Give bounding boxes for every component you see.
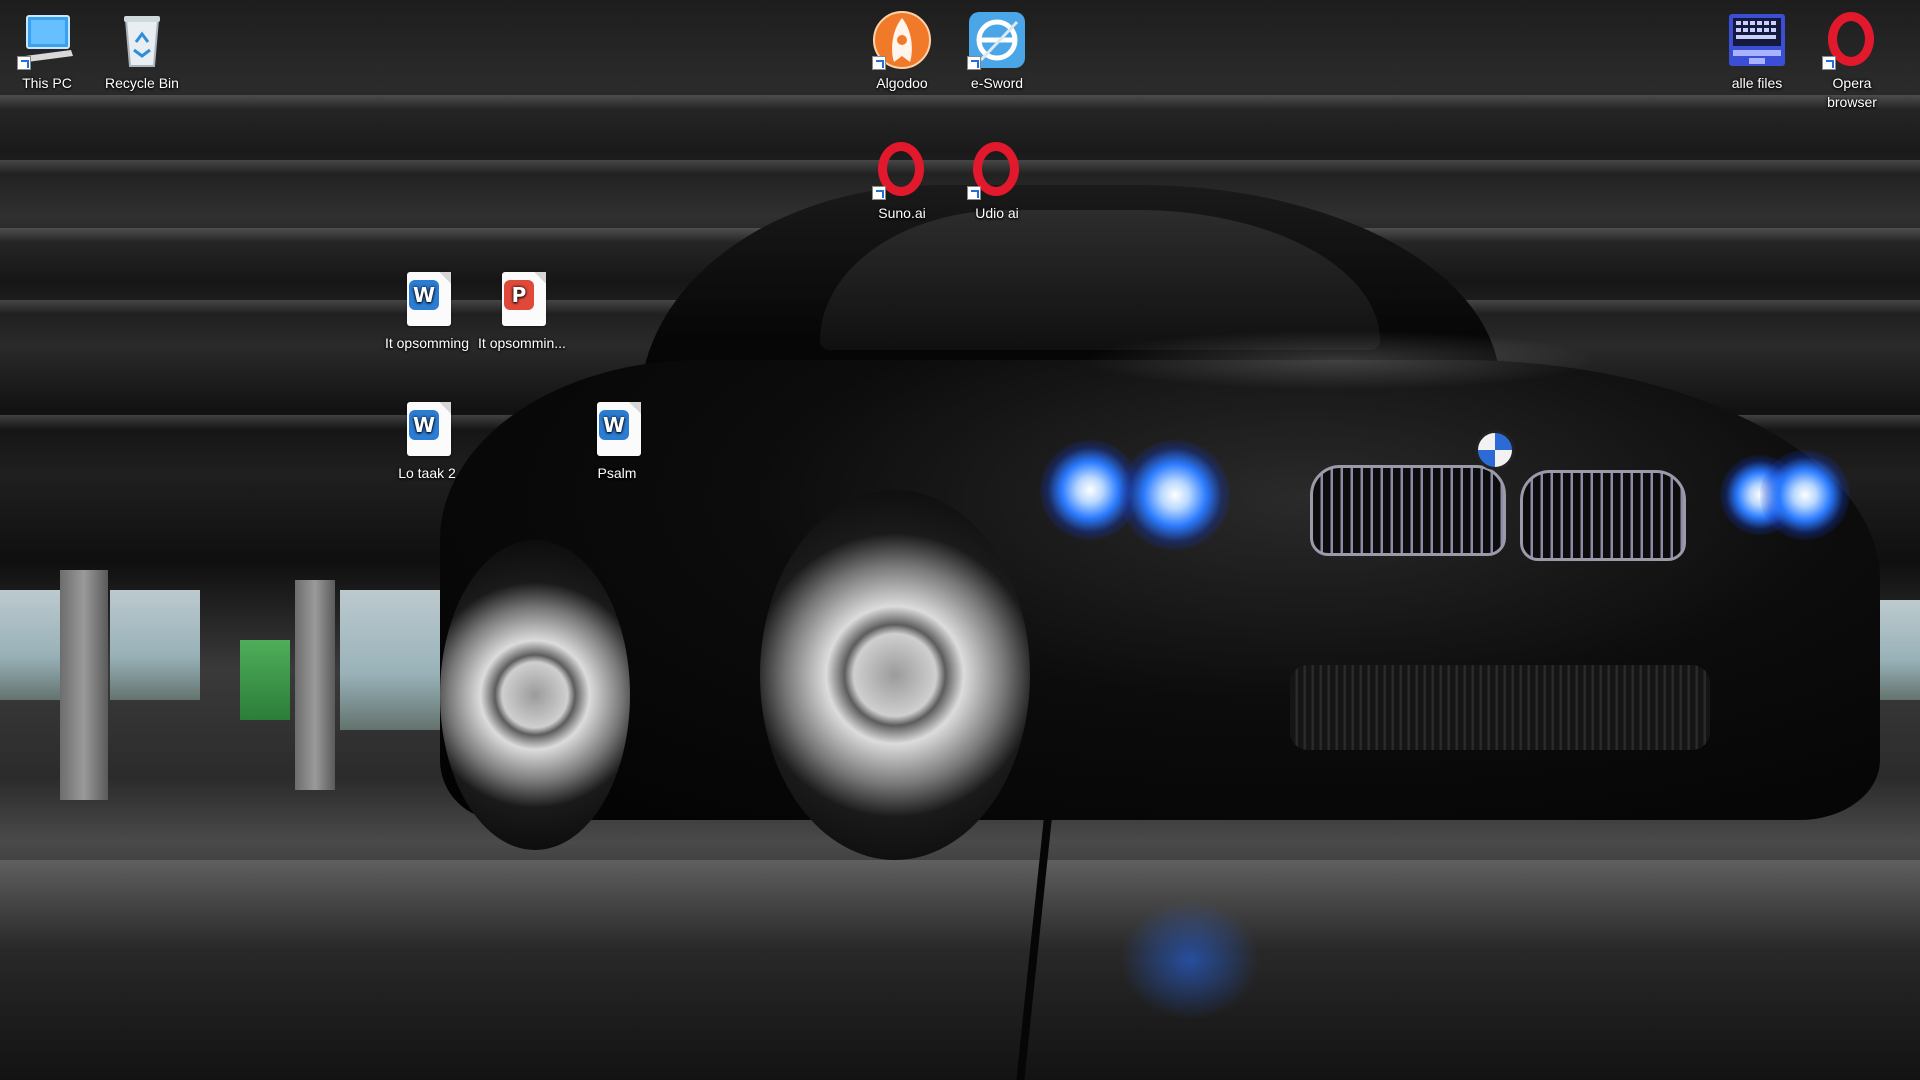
desktop-icon-it-opsomming-doc[interactable]: W It opsomming xyxy=(380,264,474,353)
word-badge: W xyxy=(409,410,439,440)
car-rear-wheel xyxy=(440,540,630,850)
algodoo-icon xyxy=(872,10,932,70)
desktop-icon-alle-files[interactable]: alle files xyxy=(1710,4,1804,93)
car-front-wheel xyxy=(760,490,1030,860)
green-sign xyxy=(240,640,290,720)
shortcut-arrow-icon xyxy=(872,56,886,70)
shortcut-arrow-icon xyxy=(872,186,886,200)
icon-label: Udio ai xyxy=(975,205,1019,221)
word-badge: W xyxy=(409,280,439,310)
word-badge: W xyxy=(599,410,629,440)
desktop-icon-e-sword[interactable]: e-Sword xyxy=(950,4,1044,93)
garage-window-light xyxy=(340,590,450,730)
shortcut-arrow-icon xyxy=(967,186,981,200)
opera-icon xyxy=(1822,10,1882,70)
desktop-icon-it-opsomming-presentation[interactable]: P It opsommin... xyxy=(475,264,569,353)
word-document-icon: W xyxy=(397,400,457,460)
car-headlight xyxy=(1760,450,1850,540)
desktop[interactable]: This PC Recycle Bin Algodoo e-Sword Suno… xyxy=(0,0,1920,1080)
icon-label: Lo taak 2 xyxy=(398,465,456,481)
garage-pillar xyxy=(295,580,335,790)
shortcut-arrow-icon xyxy=(1822,56,1836,70)
icon-label: This PC xyxy=(22,75,72,91)
icon-label: Recycle Bin xyxy=(105,75,179,91)
car-headlight xyxy=(1120,440,1230,550)
garage-window-light xyxy=(110,590,200,700)
floor xyxy=(0,860,1920,1080)
icon-label: Opera browser xyxy=(1827,75,1877,110)
word-document-icon: W xyxy=(397,270,457,330)
ceiling-beam xyxy=(0,95,1920,109)
opera-icon xyxy=(967,140,1027,200)
icon-label: It opsomming xyxy=(384,335,470,351)
recycle-bin-icon xyxy=(112,10,172,70)
garage-window-light xyxy=(0,590,60,700)
car-hood-shine xyxy=(1080,330,1600,390)
presentation-document-icon: P xyxy=(492,270,552,330)
icon-label: It opsommin... xyxy=(478,335,566,351)
garage-pillar xyxy=(60,570,108,800)
desktop-icon-recycle-bin[interactable]: Recycle Bin xyxy=(95,4,189,93)
desktop-icon-lo-taak-2[interactable]: W Lo taak 2 xyxy=(380,394,474,483)
opera-icon xyxy=(872,140,932,200)
icon-label: Suno.ai xyxy=(878,205,926,221)
shortcut-arrow-icon xyxy=(967,56,981,70)
desktop-icon-suno[interactable]: Suno.ai xyxy=(855,134,949,223)
car-kidney-grille xyxy=(1310,465,1506,556)
desktop-icon-udio[interactable]: Udio ai xyxy=(950,134,1044,223)
monitor-icon xyxy=(17,10,77,70)
keyboard-folder-icon xyxy=(1727,10,1787,70)
word-document-icon: W xyxy=(587,400,647,460)
presentation-badge: P xyxy=(504,280,534,310)
e-sword-icon xyxy=(967,10,1027,70)
car-kidney-grille xyxy=(1520,470,1686,561)
desktop-icon-psalm[interactable]: W Psalm xyxy=(570,394,664,483)
desktop-icon-opera-browser[interactable]: Opera browser xyxy=(1805,4,1899,112)
headlight-reflection xyxy=(1120,900,1260,1020)
icon-label: alle files xyxy=(1731,75,1783,91)
car-badge xyxy=(1475,430,1515,470)
icon-label: Psalm xyxy=(597,465,637,481)
shortcut-arrow-icon xyxy=(17,56,31,70)
car-lower-grille xyxy=(1290,665,1710,750)
icon-label: Algodoo xyxy=(876,75,928,91)
desktop-icon-algodoo[interactable]: Algodoo xyxy=(855,4,949,93)
icon-label: e-Sword xyxy=(970,75,1024,91)
desktop-icon-this-pc[interactable]: This PC xyxy=(0,4,94,93)
